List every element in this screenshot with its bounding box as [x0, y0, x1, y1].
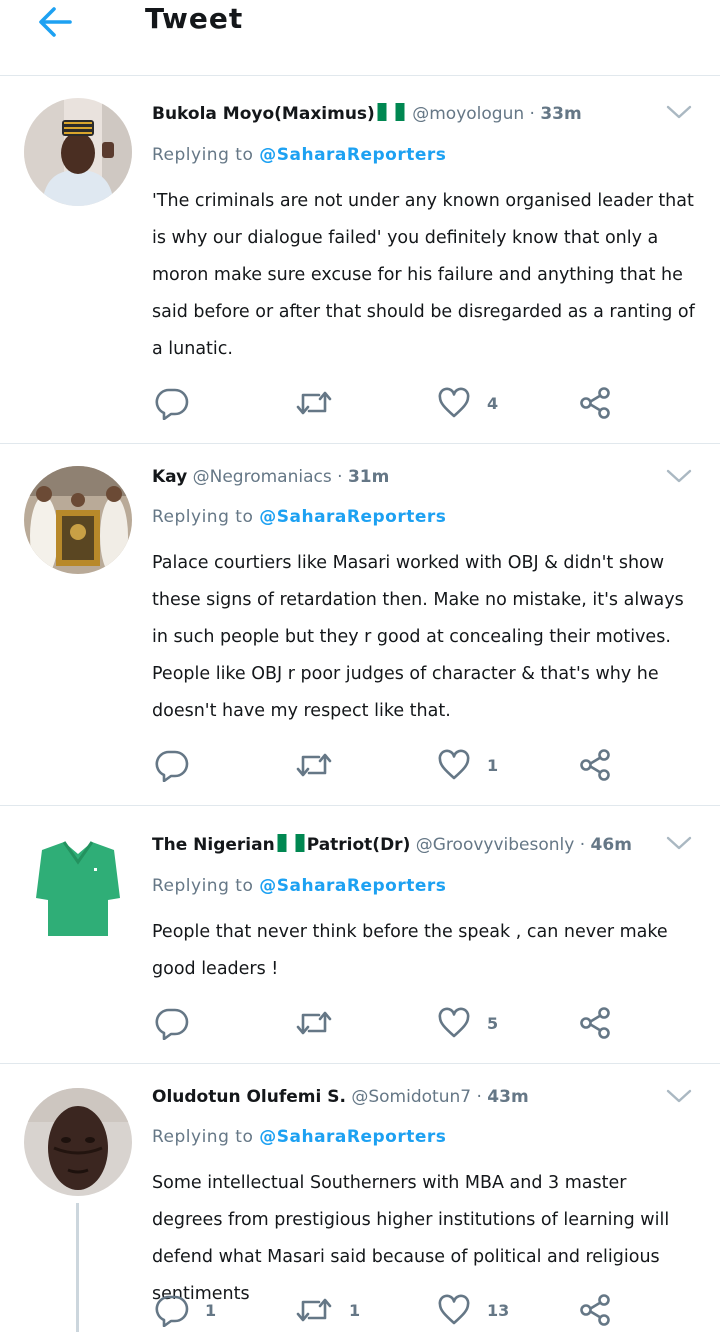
tweet[interactable]: Bukola Moyo(Maximus) @moyologun · 33m Re…: [0, 76, 720, 444]
reply-to-link[interactable]: @SaharaReporters: [259, 1127, 446, 1147]
retweet-button[interactable]: 1: [295, 1290, 360, 1330]
nigeria-flag-icon: [377, 103, 405, 121]
like-count: 1: [487, 755, 499, 775]
tweet-header: The Nigerian Patriot(Dr) @Groovyvibesonly…: [152, 834, 660, 855]
replying-to: Replying to @SaharaReporters: [152, 876, 446, 896]
page-title: Tweet: [145, 2, 244, 35]
separator: ·: [579, 835, 586, 855]
replying-to: Replying to @SaharaReporters: [152, 1127, 446, 1147]
retweet-icon: [295, 750, 333, 780]
separator: ·: [529, 104, 535, 124]
username[interactable]: @Somidotun7: [351, 1087, 471, 1107]
reply-to-link[interactable]: @SaharaReporters: [259, 507, 446, 527]
reply-icon: [155, 1006, 189, 1040]
replying-to: Replying to @SaharaReporters: [152, 145, 446, 165]
username[interactable]: @Groovyvibesonly: [416, 835, 575, 855]
tweet-actions: 5: [0, 1003, 720, 1043]
reply-button[interactable]: [155, 383, 205, 423]
reply-button[interactable]: [155, 1003, 205, 1043]
tweet-actions: 4: [0, 383, 720, 423]
timestamp[interactable]: 31m: [348, 467, 389, 487]
reply-to-link[interactable]: @SaharaReporters: [259, 876, 446, 896]
tweet[interactable]: Oludotun Olufemi S. @Somidotun7 · 43m Re…: [0, 1064, 720, 1332]
retweet-icon: [295, 1295, 333, 1325]
replying-to-label: Replying to: [152, 1127, 254, 1147]
like-button[interactable]: 4: [437, 383, 498, 423]
replying-to-label: Replying to: [152, 507, 254, 527]
retweet-icon: [295, 388, 333, 418]
display-name[interactable]: Bukola Moyo(Maximus): [152, 104, 375, 124]
timestamp[interactable]: 43m: [487, 1087, 528, 1107]
share-icon: [578, 748, 612, 782]
share-icon: [578, 1293, 612, 1327]
timestamp[interactable]: 46m: [591, 835, 632, 855]
avatar[interactable]: [24, 98, 132, 206]
replying-to-label: Replying to: [152, 145, 254, 165]
timestamp[interactable]: 33m: [540, 104, 581, 124]
reply-to-link[interactable]: @SaharaReporters: [259, 145, 446, 165]
like-button[interactable]: 1: [437, 745, 498, 785]
separator: ·: [337, 467, 343, 487]
retweet-count: 1: [349, 1300, 361, 1320]
share-button[interactable]: [578, 383, 612, 423]
tweet-actions: 1: [0, 745, 720, 785]
retweet-button[interactable]: [295, 383, 349, 423]
username[interactable]: @Negromaniacs: [193, 467, 332, 487]
reply-icon: [155, 748, 189, 782]
reply-count: 1: [205, 1300, 217, 1320]
nigeria-flag-icon: [277, 834, 305, 852]
like-count: 5: [487, 1013, 499, 1033]
display-name[interactable]: Oludotun Olufemi S.: [152, 1087, 346, 1107]
retweet-button[interactable]: [295, 745, 349, 785]
username[interactable]: @moyologun: [412, 104, 524, 124]
like-button[interactable]: 13: [437, 1290, 509, 1330]
tweet-header: Bukola Moyo(Maximus) @moyologun · 33m: [152, 103, 660, 124]
like-count: 4: [487, 393, 499, 413]
tweet-header: Kay @Negromaniacs · 31m: [152, 467, 660, 487]
avatar[interactable]: [24, 1088, 132, 1196]
replying-to-label: Replying to: [152, 876, 254, 896]
heart-icon: [437, 1007, 471, 1039]
chevron-down-icon[interactable]: [666, 104, 692, 120]
share-icon: [578, 1006, 612, 1040]
reply-button[interactable]: [155, 745, 205, 785]
heart-icon: [437, 749, 471, 781]
chevron-down-icon[interactable]: [666, 1088, 692, 1104]
reply-icon: [155, 386, 189, 420]
like-button[interactable]: 5: [437, 1003, 498, 1043]
thread-line: [76, 1203, 79, 1332]
tweet[interactable]: Kay @Negromaniacs · 31m Replying to @Sah…: [0, 444, 720, 806]
share-button[interactable]: [578, 1003, 612, 1043]
retweet-icon: [295, 1008, 333, 1038]
tweet-header: Oludotun Olufemi S. @Somidotun7 · 43m: [152, 1087, 660, 1107]
share-icon: [578, 386, 612, 420]
chevron-down-icon[interactable]: [666, 468, 692, 484]
separator: ·: [476, 1087, 482, 1107]
display-name-suffix[interactable]: Patriot(Dr): [307, 835, 411, 855]
share-button[interactable]: [578, 1290, 612, 1330]
reply-icon: [155, 1293, 189, 1327]
back-button[interactable]: [36, 4, 76, 40]
arrow-left-icon: [39, 7, 72, 37]
heart-icon: [437, 1294, 471, 1326]
replying-to: Replying to @SaharaReporters: [152, 507, 446, 527]
top-bar: Tweet: [0, 0, 720, 76]
tweet-actions: 1 1 13: [0, 1290, 720, 1330]
avatar[interactable]: [24, 466, 132, 574]
heart-icon: [437, 387, 471, 419]
tweet-text: 'The criminals are not under any known o…: [152, 191, 695, 359]
tweet-text: People that never think before the speak…: [152, 922, 668, 979]
display-name[interactable]: Kay: [152, 467, 187, 487]
like-count: 13: [487, 1300, 510, 1320]
avatar[interactable]: [24, 828, 132, 936]
tweet[interactable]: The Nigerian Patriot(Dr) @Groovyvibesonly…: [0, 806, 720, 1064]
tweet-text: Palace courtiers like Masari worked with…: [152, 553, 684, 721]
reply-button[interactable]: 1: [155, 1290, 216, 1330]
share-button[interactable]: [578, 745, 612, 785]
retweet-button[interactable]: [295, 1003, 349, 1043]
chevron-down-icon[interactable]: [666, 835, 692, 851]
display-name[interactable]: The Nigerian: [152, 835, 275, 855]
